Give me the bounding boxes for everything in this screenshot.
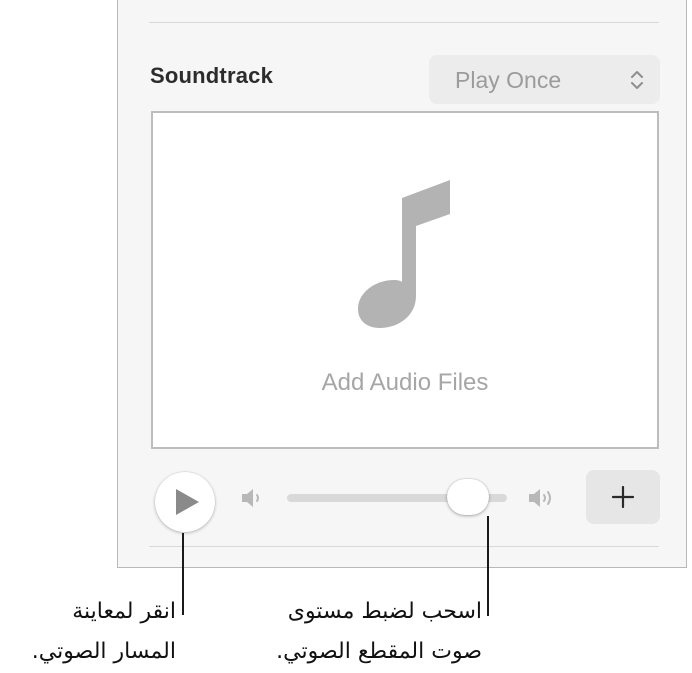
preview-callout: انقر لمعاينة المسار الصوتي. <box>32 592 176 672</box>
preview-callout-line <box>182 533 184 615</box>
add-audio-button[interactable] <box>586 470 660 524</box>
playback-mode-popup[interactable]: Play Once <box>429 55 660 104</box>
speaker-high-icon <box>529 489 551 507</box>
preview-callout-line1: انقر لمعاينة <box>72 599 176 624</box>
volume-callout: اسحب لضبط مستوى صوت المقطع الصوتي. <box>276 592 482 672</box>
screenshot-stage: Soundtrack Play Once Add Audio Files انق… <box>0 0 692 673</box>
speaker-low-icon <box>242 489 259 507</box>
preview-callout-line2: المسار الصوتي. <box>31 639 176 664</box>
audio-drop-zone[interactable]: Add Audio Files <box>151 111 659 449</box>
section-title: Soundtrack <box>150 63 274 88</box>
volume-callout-line2: صوت المقطع الصوتي. <box>276 639 482 664</box>
volume-slider-thumb[interactable] <box>447 479 490 515</box>
play-icon <box>176 489 199 515</box>
playback-mode-value: Play Once <box>455 67 562 93</box>
add-audio-files-label: Add Audio Files <box>321 369 489 396</box>
play-preview-button[interactable] <box>155 472 215 532</box>
volume-callout-line1: اسحب لضبط مستوى <box>287 599 482 624</box>
plus-icon <box>612 486 634 508</box>
bottom-divider <box>149 546 659 547</box>
music-note-icon <box>358 180 450 328</box>
top-divider <box>149 22 659 23</box>
chevron-up-down-icon <box>631 71 643 89</box>
volume-callout-line <box>487 516 489 616</box>
